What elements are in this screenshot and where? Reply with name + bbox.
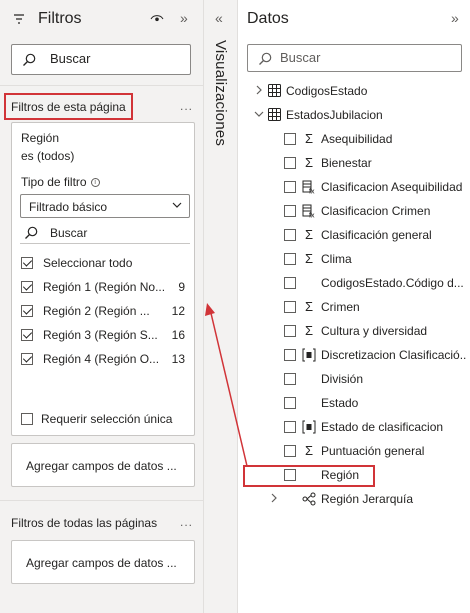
annotation-arrow <box>205 303 248 467</box>
powerbi-side-panes: Filtros » Filtros de esta página ... Reg… <box>0 0 470 613</box>
